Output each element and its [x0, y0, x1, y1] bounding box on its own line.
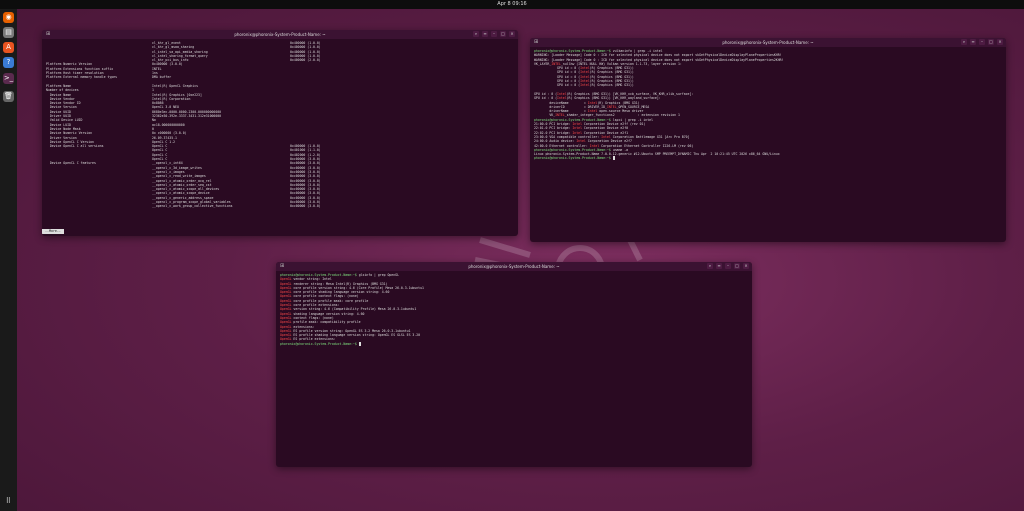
window-title: phoronix@phoronix-System-Product-Name: ~ [234, 32, 326, 37]
window-title: phoronix@phoronix-System-Product-Name: ~ [722, 40, 814, 45]
dock: ◉ ▤ A? >_ 🗑 ⠿ [0, 9, 17, 511]
menu-icon[interactable]: ≡ [716, 263, 722, 269]
terminal-icon[interactable]: >_ [3, 73, 14, 84]
firefox-icon[interactable]: ◉ [3, 12, 14, 23]
trash-icon[interactable]: 🗑 [3, 91, 14, 102]
output-text: (R) Graphics (BMG G31)) [589, 83, 634, 88]
close-icon[interactable]: × [509, 31, 515, 37]
minimize-icon[interactable]: – [491, 31, 497, 37]
app-center-icon[interactable]: A [3, 42, 14, 53]
new-tab-icon[interactable]: ⊞ [46, 30, 50, 39]
output-text: GPU id = 0 ( [534, 83, 581, 88]
more-prompt: --More-- [42, 229, 64, 234]
maximize-icon[interactable]: □ [500, 31, 506, 37]
terminal-output[interactable]: cl_khr_gl_event 0x400000 (1.0.0) cl_khr_gl… [42, 39, 518, 211]
text-cursor [612, 156, 615, 161]
shell-prompt: phoronix@phoronix-System-Product-Name:~$ [534, 156, 613, 161]
terminal-output[interactable]: phoronix@phoronix-System-Product-Name:~$… [530, 47, 1006, 163]
menu-icon[interactable]: ≡ [970, 39, 976, 45]
terminal-window-glxinfo[interactable]: ⊞ phoronix@phoronix-System-Product-Name:… [276, 262, 752, 467]
titlebar[interactable]: ⊞ phoronix@phoronix-System-Product-Name:… [276, 262, 752, 271]
output-line: __opencl_c_work_group_collective_functio… [46, 204, 514, 208]
field-version: 0xc00000 (3.0.0) [290, 204, 321, 209]
close-icon[interactable]: × [743, 263, 749, 269]
new-tab-icon[interactable]: ⊞ [534, 38, 538, 47]
titlebar[interactable]: ⊞ phoronix@phoronix-System-Product-Name:… [42, 30, 518, 39]
output-line: phoronix@phoronix-System-Product-Name:~$ [534, 156, 1002, 161]
text-cursor [358, 341, 361, 346]
terminal-window-vulkaninfo[interactable]: ⊞ phoronix@phoronix-System-Product-Name:… [530, 38, 1006, 242]
output-text: glxinfo | grep OpenGL [358, 273, 399, 277]
apps-grid-icon[interactable]: ⠿ [3, 496, 14, 507]
close-icon[interactable]: × [997, 39, 1003, 45]
menu-icon[interactable]: ≡ [482, 31, 488, 37]
search-icon[interactable]: ⌕ [707, 263, 713, 269]
minimize-icon[interactable]: – [979, 39, 985, 45]
top-bar: Apr 8 09:16 [0, 0, 1024, 9]
field-value: __opencl_c_work_group_collective_functio… [152, 204, 233, 209]
search-icon[interactable]: ⌕ [961, 39, 967, 45]
maximize-icon[interactable]: □ [734, 263, 740, 269]
window-title: phoronix@phoronix-System-Product-Name: ~ [468, 264, 560, 269]
terminal-window-clinfo[interactable]: ⊞ phoronix@phoronix-System-Product-Name:… [42, 30, 518, 236]
match-highlight: Intel [580, 83, 590, 88]
files-icon[interactable]: ▤ [3, 27, 14, 38]
minimize-icon[interactable]: – [725, 263, 731, 269]
shell-prompt: phoronix@phoronix-System-Product-Name:~$ [280, 341, 359, 346]
maximize-icon[interactable]: □ [988, 39, 994, 45]
output-line: phoronix@phoronix-System-Product-Name:~$ [280, 341, 748, 346]
new-tab-icon[interactable]: ⊞ [280, 262, 284, 271]
search-icon[interactable]: ⌕ [473, 31, 479, 37]
clock[interactable]: Apr 8 09:16 [497, 1, 526, 7]
terminal-output[interactable]: phoronix@phoronix-System-Product-Name:~$… [276, 271, 752, 348]
titlebar[interactable]: ⊞ phoronix@phoronix-System-Product-Name:… [530, 38, 1006, 47]
help-icon[interactable]: ? [3, 57, 14, 68]
